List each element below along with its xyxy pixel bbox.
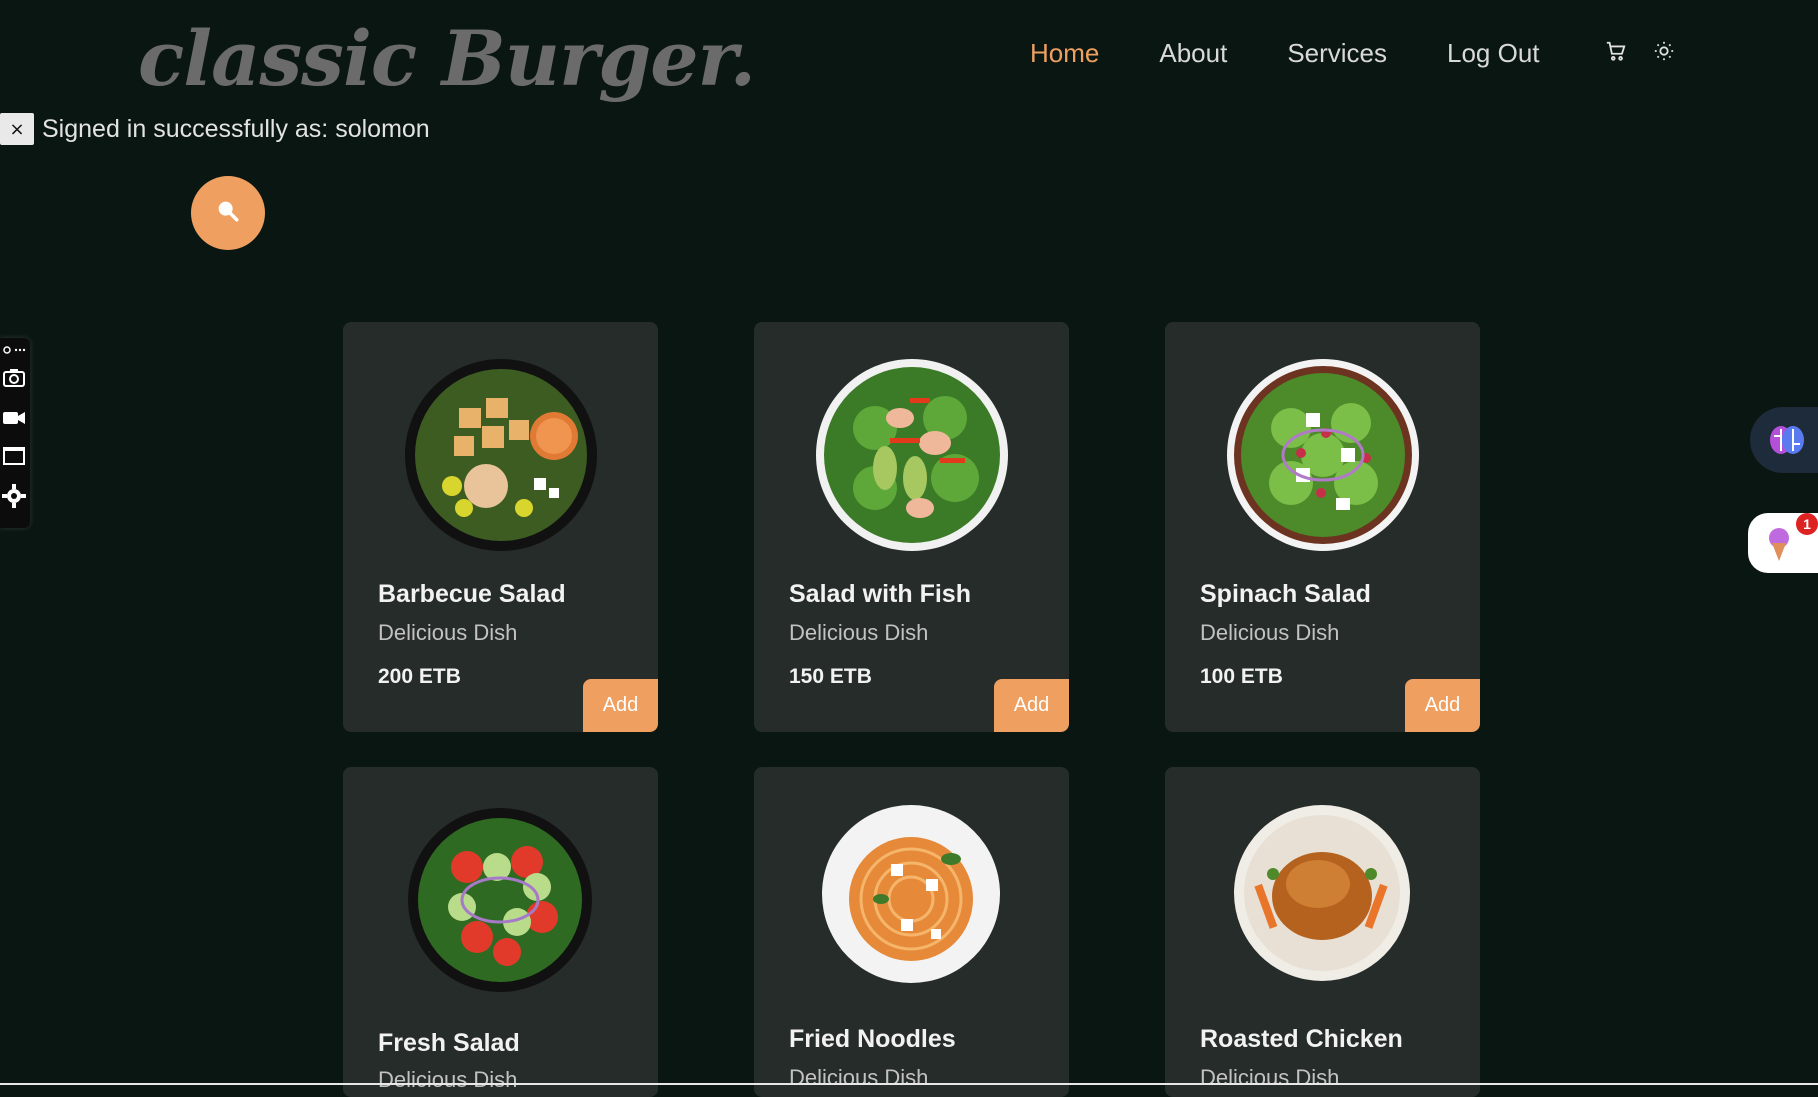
search-icon [214,197,242,229]
menu-card-barbecue-salad: Barbecue Salad Delicious Dish 200 ETB Ad… [343,322,658,732]
dish-subtitle: Delicious Dish [789,620,929,645]
dish-price: 200 ETB [378,665,461,688]
dish-photo [407,807,593,993]
link-icon[interactable] [2,342,26,356]
ice-cream-icon [1764,527,1794,567]
notification-badge: 1 [1796,513,1818,535]
dish-subtitle: Delicious Dish [378,620,518,645]
nav-about[interactable]: About [1159,38,1227,69]
flash-close-button[interactable]: × [0,113,34,145]
menu-card-fresh-salad: Fresh Salad Delicious Dish [343,767,658,1097]
flash-text: Signed in successfully as: solomon [42,114,430,143]
dish-price: 150 ETB [789,665,872,688]
dish-name: Salad with Fish [789,580,971,608]
nav-icons [1605,40,1675,62]
video-icon[interactable] [2,406,26,430]
brain-extension-button[interactable] [1750,407,1818,473]
menu-card-fried-noodles: Fried Noodles Delicious Dish [754,767,1069,1097]
nav-logout[interactable]: Log Out [1447,38,1540,69]
add-button[interactable]: Add [1405,679,1480,732]
nav-services[interactable]: Services [1287,38,1387,69]
side-toolbar [0,338,30,528]
dish-subtitle: Delicious Dish [1200,1065,1340,1090]
dish-subtitle: Delicious Dish [789,1065,929,1090]
dish-photo [821,804,1001,984]
dish-photo [1233,804,1411,982]
search-button[interactable] [191,176,265,250]
brand-logo[interactable]: classic Burger. [138,14,756,103]
dish-subtitle: Delicious Dish [1200,620,1340,645]
dish-price: 100 ETB [1200,665,1283,688]
nav-home[interactable]: Home [1030,38,1099,69]
cart-icon[interactable] [1605,40,1627,62]
dish-photo [815,358,1009,552]
gear-icon[interactable] [2,484,26,508]
menu-card-roasted-chicken: Roasted Chicken Delicious Dish [1165,767,1480,1097]
dish-name: Barbecue Salad [378,580,566,608]
add-button[interactable]: Add [994,679,1069,732]
add-button[interactable]: Add [583,679,658,732]
window-icon[interactable] [2,444,26,468]
menu-card-spinach-salad: Spinach Salad Delicious Dish 100 ETB Add [1165,322,1480,732]
dish-name: Roasted Chicken [1200,1025,1403,1053]
dish-name: Spinach Salad [1200,580,1371,608]
dish-subtitle: Delicious Dish [378,1067,518,1092]
dish-name: Fried Noodles [789,1025,956,1053]
main-nav: Home About Services Log Out [1030,38,1600,69]
notification-extension-button[interactable]: 1 [1748,513,1818,573]
dish-photo [404,358,598,552]
sun-icon[interactable] [1653,40,1675,62]
dish-name: Fresh Salad [378,1029,520,1057]
camera-icon[interactable] [2,366,26,390]
flash-message: × Signed in successfully as: solomon [0,113,430,145]
menu-card-salad-with-fish: Salad with Fish Delicious Dish 150 ETB A… [754,322,1069,732]
brain-icon [1768,421,1806,463]
dish-photo [1226,358,1420,552]
